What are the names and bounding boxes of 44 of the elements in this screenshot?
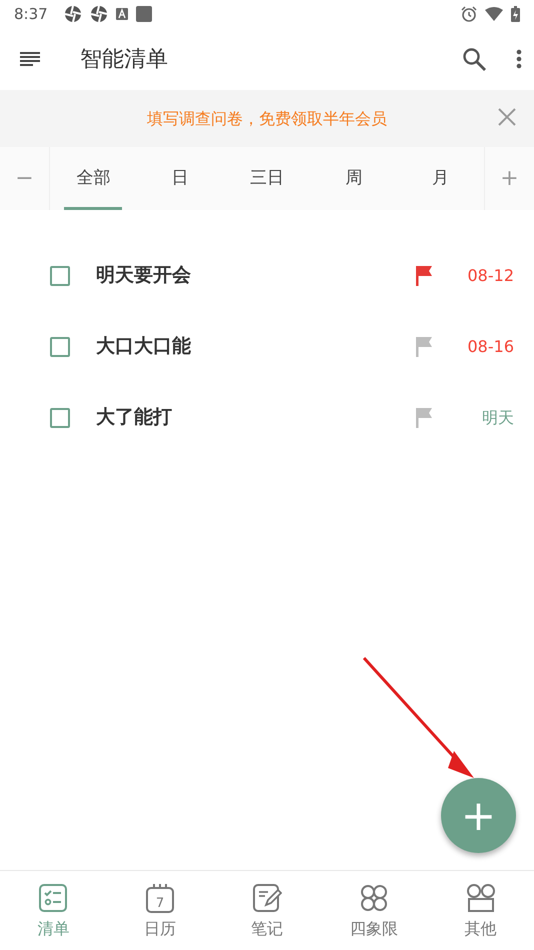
range-tab[interactable]: 日: [136, 147, 224, 210]
due-date: 08-16: [466, 336, 514, 358]
plus-button[interactable]: +: [484, 147, 534, 210]
aperture-icon: [64, 5, 82, 23]
due-date: 明天: [481, 406, 514, 428]
add-button[interactable]: +: [441, 778, 516, 853]
a-letter-icon: [116, 8, 128, 20]
wifi-icon: [485, 7, 503, 21]
more-icon[interactable]: [516, 49, 522, 69]
note-pencil-icon: [252, 883, 282, 913]
range-tab[interactable]: 全部: [50, 147, 137, 210]
nav-tab[interactable]: 笔记: [214, 871, 320, 950]
flag-icon[interactable]: [416, 408, 432, 428]
search-icon[interactable]: [462, 47, 486, 71]
alarm-icon: [461, 6, 477, 22]
nav-tab[interactable]: 7 日历: [106, 871, 214, 950]
checklist-icon: [38, 883, 68, 913]
clock-time: 8:37: [14, 4, 48, 25]
range-tab[interactable]: 三日: [224, 147, 310, 210]
close-icon: [498, 108, 516, 126]
task-title[interactable]: 大口大口能: [96, 332, 416, 361]
task-title[interactable]: 大了能打: [96, 403, 416, 432]
due-date: 08-12: [466, 264, 514, 286]
four-circles-icon: [358, 883, 389, 913]
nav-tab[interactable]: 清单: [0, 871, 107, 950]
aperture-icon: [90, 5, 108, 23]
checkbox[interactable]: [50, 408, 70, 428]
nav-tab[interactable]: 其他: [427, 871, 534, 950]
shapes-icon: [466, 883, 496, 913]
battery-icon: [511, 6, 520, 22]
nav-tab[interactable]: 四象限: [320, 871, 428, 950]
flag-icon[interactable]: [416, 266, 432, 286]
range-tab[interactable]: 月: [397, 147, 484, 210]
close-button[interactable]: [498, 108, 516, 126]
minus-button[interactable]: −: [0, 147, 50, 210]
checkbox[interactable]: [50, 336, 70, 356]
square-icon: [136, 6, 152, 22]
task-title[interactable]: 明天要开会: [96, 261, 416, 290]
range-tab[interactable]: 周: [310, 147, 398, 210]
banner-text[interactable]: 填写调查问卷，免费领取半年会员: [147, 106, 387, 130]
app-title: 智能清单: [80, 46, 168, 74]
flag-icon[interactable]: [416, 336, 432, 356]
menu-icon[interactable]: [20, 51, 40, 67]
checkbox[interactable]: [50, 266, 70, 286]
